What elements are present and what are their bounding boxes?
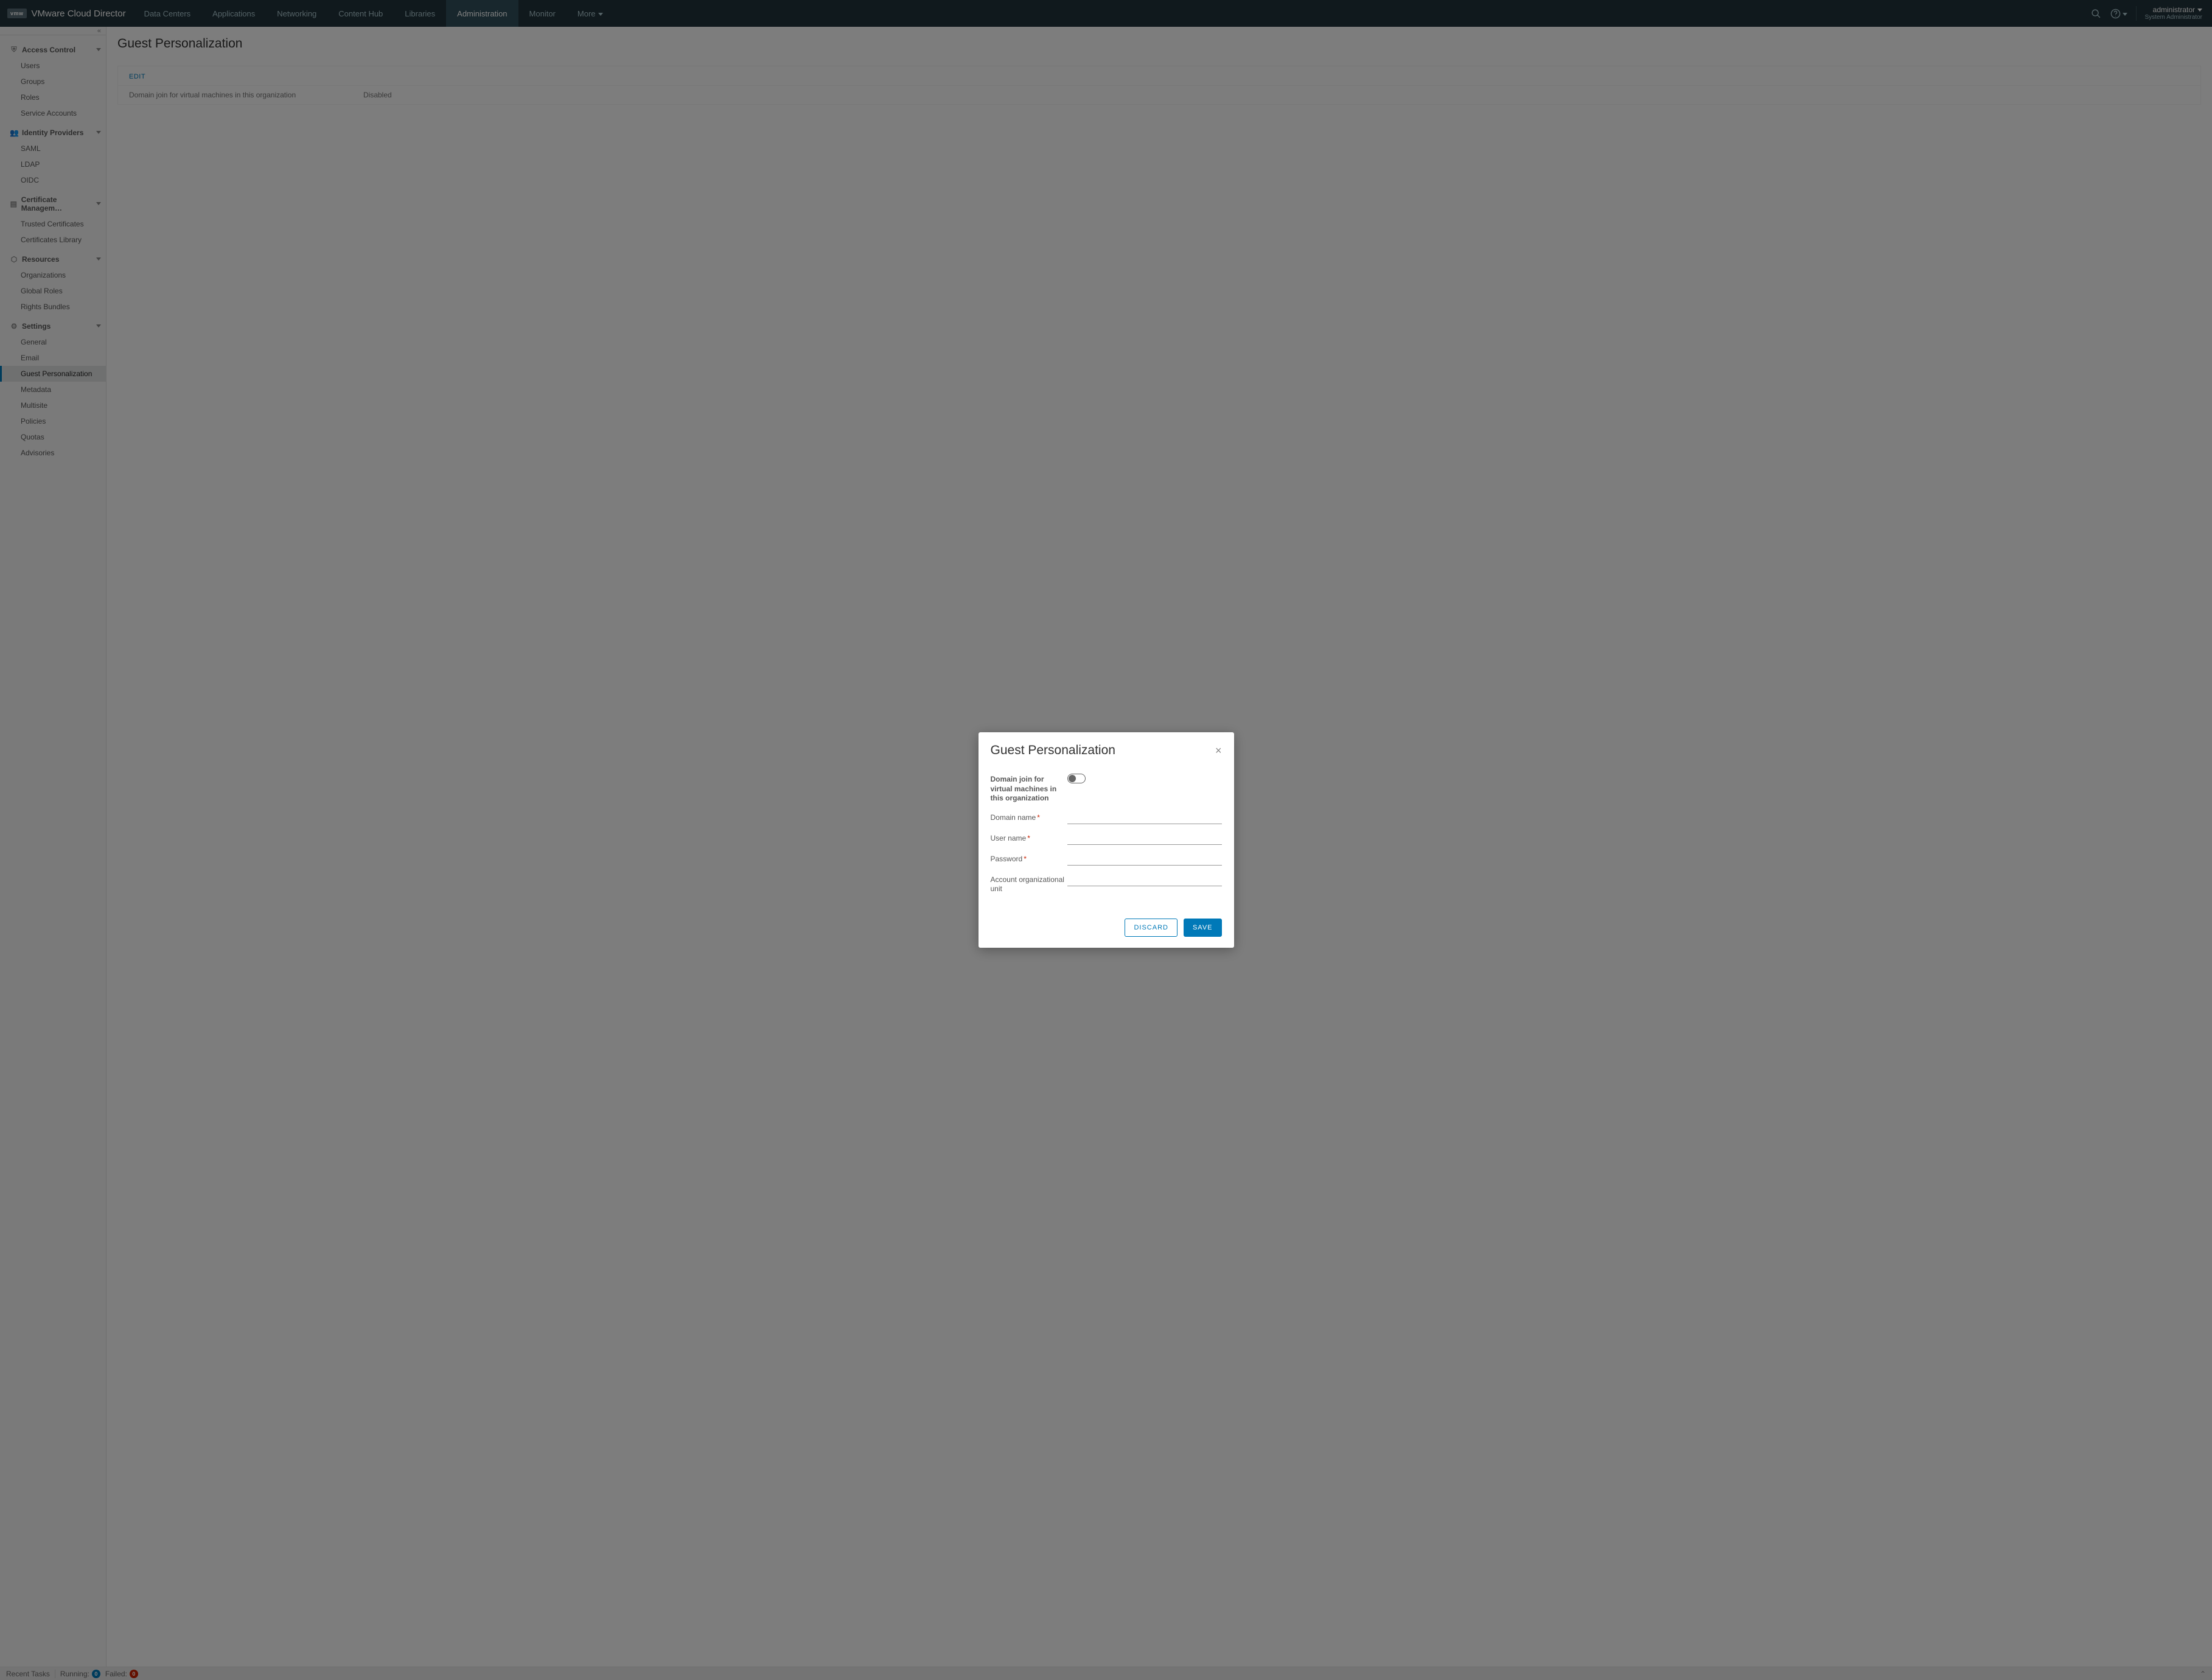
modal-backdrop: Guest Personalization × Domain join for … [0,0,2212,1680]
user-name-input[interactable] [1067,833,1222,845]
toggle-label: Domain join for virtual machines in this… [991,774,1067,803]
domain-name-row: Domain name* [991,812,1222,824]
guest-personalization-dialog: Guest Personalization × Domain join for … [979,732,1234,948]
account-ou-row: Account organizational unit [991,874,1222,894]
user-name-label: User name* [991,833,1067,844]
account-ou-input[interactable] [1067,874,1222,886]
save-button[interactable]: SAVE [1184,919,1222,937]
domain-name-label: Domain name* [991,812,1067,823]
domain-name-input[interactable] [1067,812,1222,824]
account-ou-label: Account organizational unit [991,874,1067,894]
domain-join-toggle[interactable] [1067,774,1086,783]
close-icon[interactable]: × [1215,745,1222,756]
password-row: Password* [991,853,1222,866]
dialog-header: Guest Personalization × [979,732,1234,764]
discard-button[interactable]: DISCARD [1125,919,1178,937]
dialog-title: Guest Personalization [991,743,1215,758]
toggle-row: Domain join for virtual machines in this… [991,774,1222,803]
dialog-footer: DISCARD SAVE [979,912,1234,948]
dialog-body: Domain join for virtual machines in this… [979,764,1234,912]
password-input[interactable] [1067,853,1222,866]
user-name-row: User name* [991,833,1222,845]
toggle-knob [1069,775,1076,782]
password-label: Password* [991,853,1067,864]
